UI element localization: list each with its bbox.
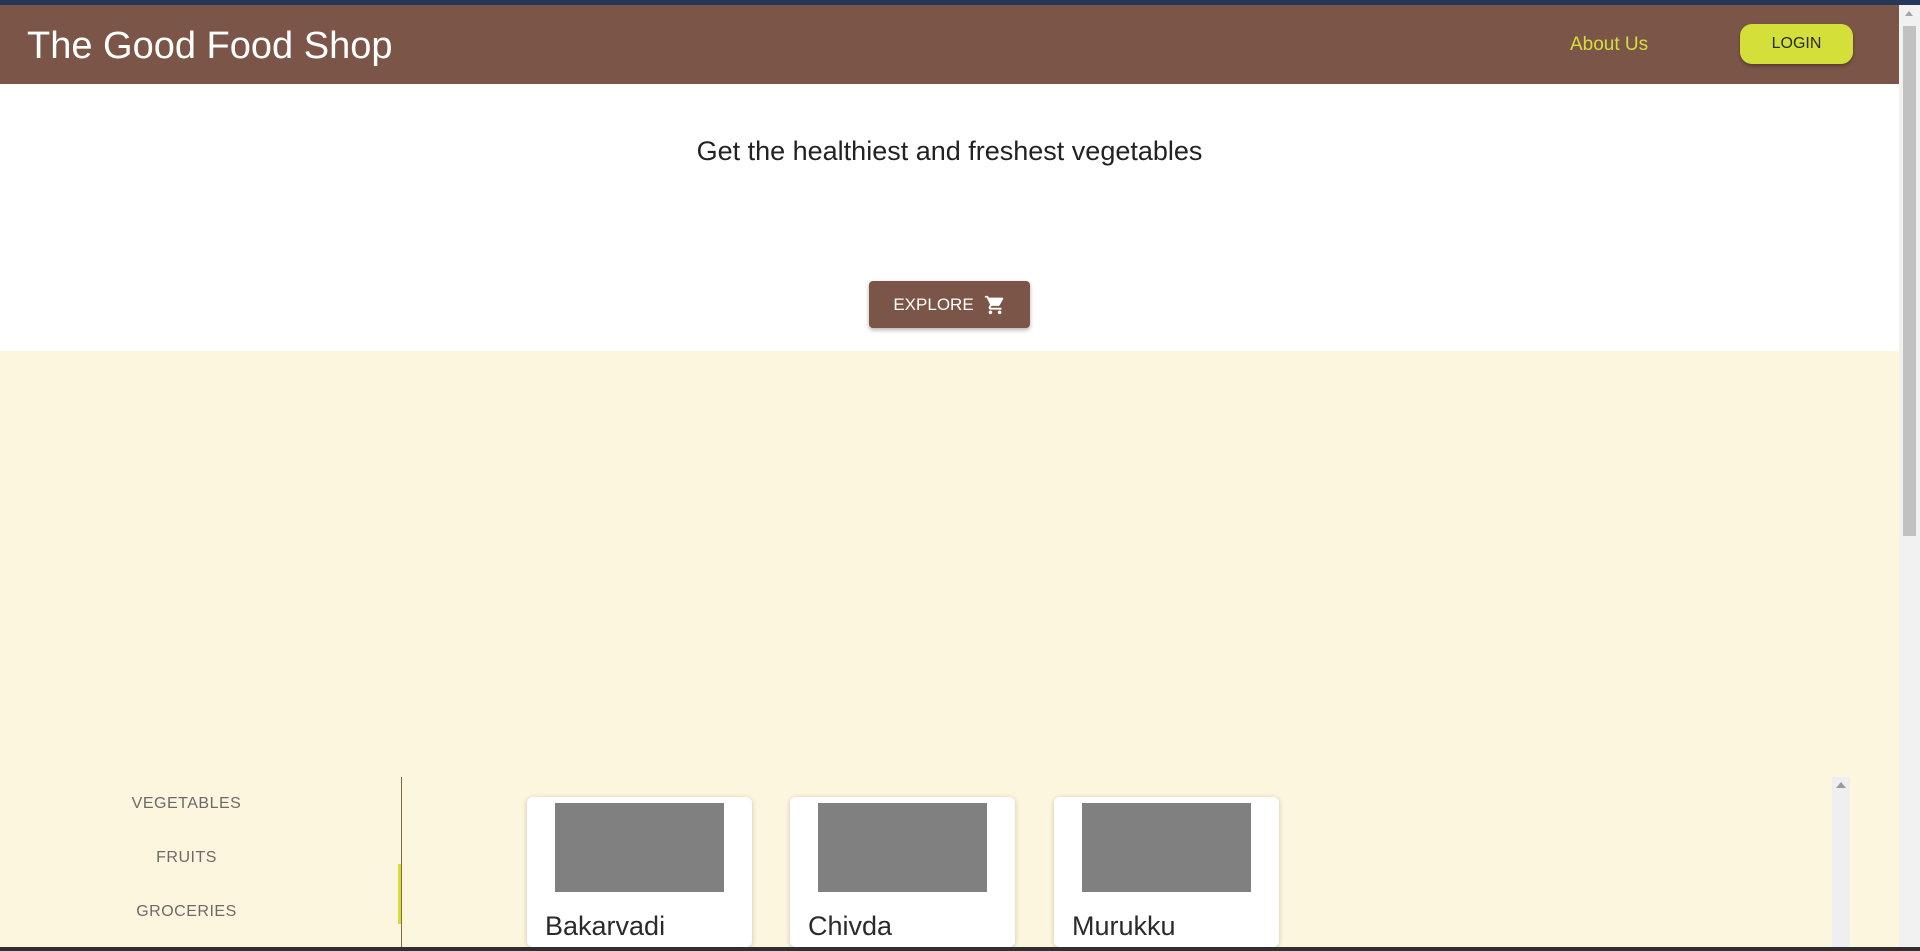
product-image-placeholder — [1082, 803, 1251, 892]
product-image-placeholder — [818, 803, 987, 892]
hero-section: Get the healthiest and freshest vegetabl… — [0, 84, 1899, 351]
category-vegetables[interactable]: VEGETABLES — [0, 795, 373, 813]
product-name: Chivda — [808, 911, 893, 941]
product-card-chivda[interactable]: Chivda — [790, 797, 1015, 947]
window-bottom-edge — [0, 947, 1920, 951]
product-name: Murukku — [1072, 911, 1176, 941]
scroll-up-arrow-icon[interactable] — [1905, 11, 1913, 16]
app-bar: The Good Food Shop About Us LOGIN — [0, 5, 1899, 84]
category-groceries[interactable]: GROCERIES — [0, 903, 373, 921]
about-us-link[interactable]: About Us — [1570, 34, 1648, 56]
category-selected-indicator — [398, 864, 401, 924]
product-card-murukku[interactable]: Murukku — [1054, 797, 1279, 947]
product-card-bakarvadi[interactable]: Bakarvadi — [527, 797, 752, 947]
category-fruits[interactable]: FRUITS — [0, 849, 373, 867]
explore-label: EXPLORE — [893, 294, 974, 314]
product-list-scrollbar[interactable] — [1832, 777, 1850, 947]
product-image-placeholder — [555, 803, 724, 892]
brand-title: The Good Food Shop — [27, 25, 393, 67]
explore-button[interactable]: EXPLORE — [869, 281, 1030, 328]
scroll-up-arrow-icon[interactable] — [1836, 782, 1846, 788]
shopping-cart-icon — [984, 295, 1003, 314]
scrollbar-thumb[interactable] — [1903, 26, 1916, 536]
product-name: Bakarvadi — [545, 911, 666, 941]
shop-section: VEGETABLES FRUITS GROCERIES Bakarvadi Ch… — [0, 351, 1899, 947]
category-sidebar: VEGETABLES FRUITS GROCERIES — [0, 777, 402, 947]
hero-headline: Get the healthiest and freshest vegetabl… — [696, 136, 1203, 166]
login-button[interactable]: LOGIN — [1740, 24, 1853, 64]
page-scrollbar[interactable] — [1899, 5, 1920, 947]
